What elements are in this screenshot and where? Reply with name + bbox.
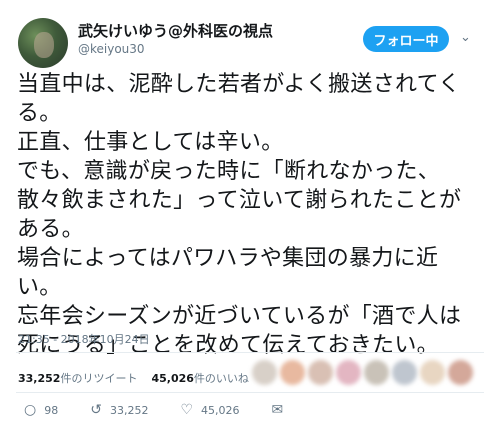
follow-button[interactable]: フォロー中 — [363, 26, 449, 52]
display-name[interactable]: 武矢けいゆう@外科医の視点 — [78, 20, 273, 41]
tweet-line: でも、意識が戻った時に「断れなかった、 — [17, 159, 441, 184]
retweet-count: 33,252 — [109, 403, 149, 417]
liker-avatars — [252, 360, 476, 385]
divider — [16, 352, 484, 353]
liker-avatar[interactable] — [308, 360, 333, 385]
tweet-line: い。 — [17, 275, 62, 300]
liker-avatar[interactable] — [364, 360, 389, 385]
envelope-icon: ✉ — [271, 402, 284, 418]
engagement-stats: 33,252件のリツイート 45,026件のいいね — [18, 370, 249, 386]
action-bar: ○ 98 ↺ 33,252 ♡ 45,026 ✉ — [24, 402, 323, 418]
tweet-line: ある。 — [17, 217, 84, 242]
tweet-line: 当直中は、泥酔した若者がよく搬送されてく — [17, 72, 461, 97]
avatar[interactable] — [18, 18, 68, 68]
reply-count: 98 — [44, 403, 59, 417]
tweet-text: 当直中は、泥酔した若者がよく搬送されてく る。 正直、仕事としては辛い。 でも、… — [17, 70, 487, 360]
user-handle[interactable]: @keiyou30 — [78, 42, 145, 56]
reply-action[interactable]: ○ 98 — [24, 402, 58, 418]
liker-avatar[interactable] — [280, 360, 305, 385]
like-stat[interactable]: 45,026件のいいね — [151, 372, 248, 385]
retweet-icon: ↺ — [90, 402, 102, 418]
tweet-line: 散々飲まされた」って泣いて謝られたことが — [17, 188, 462, 213]
message-action[interactable]: ✉ — [272, 402, 292, 418]
heart-icon: ♡ — [180, 402, 194, 418]
tweet-line: 正直、仕事としては辛い。 — [17, 130, 284, 155]
chevron-down-icon[interactable]: ⌄ — [460, 30, 471, 45]
liker-avatar[interactable] — [448, 360, 473, 385]
like-stat-label: 件のいいね — [193, 372, 249, 385]
tweet-line: 場合によってはパワハラや集団の暴力に近 — [17, 246, 439, 271]
liker-avatar[interactable] — [420, 360, 445, 385]
liker-avatar[interactable] — [336, 360, 361, 385]
tweet-line: る。 — [17, 101, 62, 126]
liker-avatar[interactable] — [252, 360, 277, 385]
reply-icon: ○ — [24, 402, 37, 418]
like-stat-count: 45,026 — [151, 372, 194, 385]
tweet-line: 忘年会シーズンが近づいているが「酒で人は — [17, 304, 462, 329]
divider — [16, 392, 484, 393]
retweet-stat-label: 件のリツイート — [60, 372, 138, 385]
retweet-stat-count: 33,252 — [18, 372, 61, 385]
liker-avatar[interactable] — [392, 360, 417, 385]
tweet-timestamp[interactable]: 21:35 - 2018年10月24日 — [18, 331, 150, 347]
like-action[interactable]: ♡ 45,026 — [180, 402, 239, 418]
like-count: 45,026 — [201, 403, 240, 417]
retweet-stat[interactable]: 33,252件のリツイート — [18, 372, 137, 385]
retweet-action[interactable]: ↺ 33,252 — [90, 402, 148, 418]
